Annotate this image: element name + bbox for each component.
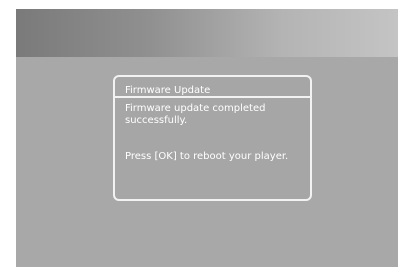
dialog-header: Firmware Update xyxy=(115,77,310,98)
firmware-update-dialog: Firmware Update Firmware update complete… xyxy=(113,75,312,201)
dialog-title: Firmware Update xyxy=(125,85,211,96)
header-band xyxy=(16,9,398,57)
dialog-message: Firmware update completed successfully. xyxy=(125,103,266,126)
dialog-reboot-prompt: Press [OK] to reboot your player. xyxy=(125,151,289,162)
dialog-body: Firmware update completed successfully. … xyxy=(115,98,310,163)
tv-screen: Firmware Update Firmware update complete… xyxy=(16,9,398,267)
